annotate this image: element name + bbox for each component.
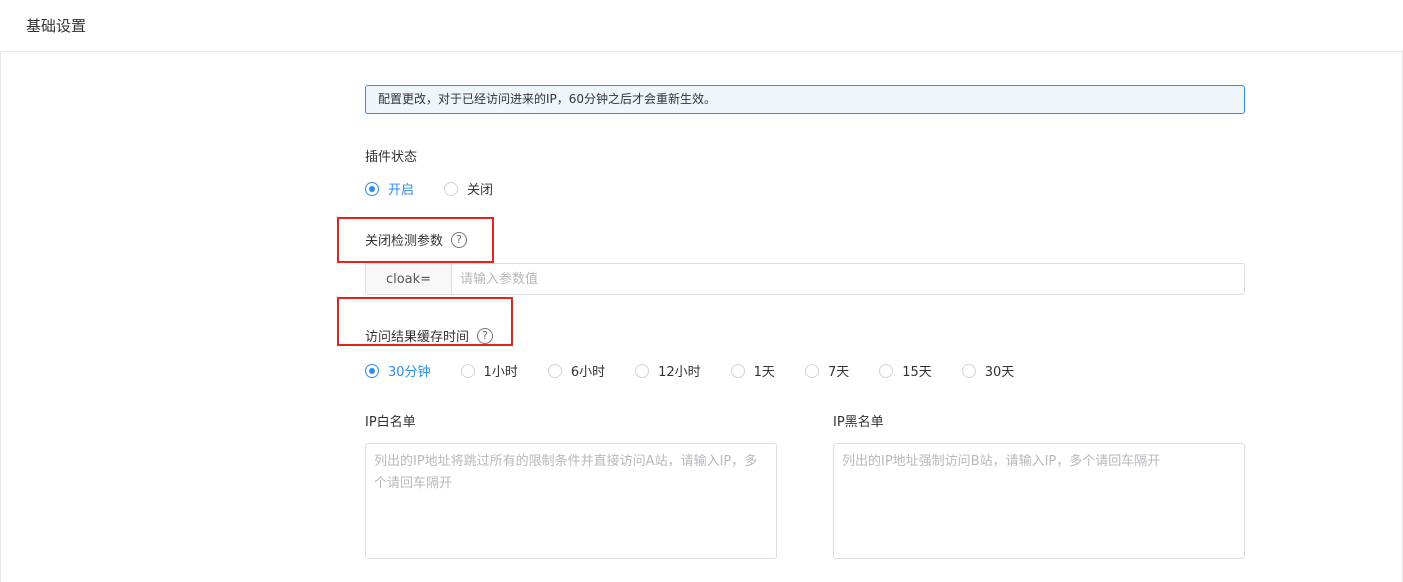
radio-circle-icon [879, 363, 894, 378]
blacklist-textarea[interactable] [833, 443, 1245, 559]
cache-time-label-text: 访问结果缓存时间 [365, 330, 470, 345]
radio-cache-15d[interactable]: 15天 [879, 361, 932, 380]
whitelist-label-text: IP白名单 [365, 415, 416, 430]
radio-label: 1小时 [483, 365, 518, 380]
close-param-input[interactable] [452, 264, 1244, 294]
panel-left-border [0, 52, 1, 582]
whitelist-textarea[interactable] [365, 443, 777, 559]
close-param-label-text: 关闭检测参数 [365, 234, 444, 249]
radio-label: 30分钟 [388, 365, 431, 380]
close-param-label: 关闭检测参数 ? [365, 230, 468, 249]
radio-circle-icon [365, 181, 379, 196]
radio-circle-icon [961, 363, 976, 378]
radio-label: 1天 [753, 365, 775, 380]
input-prefix: cloak= [366, 264, 452, 294]
radio-circle-icon [460, 363, 475, 378]
plugin-status-label-text: 插件状态 [365, 150, 418, 165]
radio-cache-1d[interactable]: 1天 [730, 361, 775, 380]
radio-cache-30min[interactable]: 30分钟 [365, 361, 431, 380]
radio-circle-icon [365, 363, 379, 378]
page-header: 基础设置 [0, 0, 1403, 52]
whitelist-label: IP白名单 [365, 411, 416, 430]
radio-cache-30d[interactable]: 30天 [961, 361, 1015, 380]
radio-label: 15天 [902, 365, 932, 380]
help-icon[interactable]: ? [451, 231, 468, 248]
radio-plugin-on[interactable]: 开启 [365, 179, 414, 198]
radio-label: 关闭 [467, 183, 494, 198]
blacklist-label-text: IP黑名单 [833, 415, 884, 430]
notice-alert: 配置更改，对于已经访问进来的IP，60分钟之后才会重新生效。 [365, 85, 1245, 114]
help-icon[interactable]: ? [477, 327, 494, 344]
radio-cache-1h[interactable]: 1小时 [460, 361, 518, 380]
radio-circle-icon [444, 181, 459, 196]
radio-circle-icon [804, 363, 819, 378]
radio-label: 12小时 [658, 365, 701, 380]
radio-label: 7天 [827, 365, 850, 380]
radio-circle-icon [635, 363, 650, 378]
blacklist-label: IP黑名单 [833, 411, 884, 430]
radio-cache-6h[interactable]: 6小时 [547, 361, 606, 380]
radio-label: 6小时 [570, 365, 606, 380]
radio-circle-icon [547, 363, 562, 378]
plugin-status-label: 插件状态 [365, 146, 417, 165]
cache-time-label: 访问结果缓存时间 ? [365, 326, 494, 345]
radio-label: 开启 [388, 183, 415, 198]
close-param-input-group: cloak= [365, 263, 1245, 295]
plugin-status-radio-group: 开启 关闭 [365, 179, 493, 198]
radio-plugin-off[interactable]: 关闭 [444, 179, 493, 198]
radio-circle-icon [730, 363, 745, 378]
radio-cache-7d[interactable]: 7天 [804, 361, 850, 380]
radio-cache-12h[interactable]: 12小时 [635, 361, 701, 380]
cache-time-radio-group: 30分钟 1小时 6小时 12小时 1天 7天 15天 30天 [365, 361, 1014, 380]
page-title: 基础设置 [26, 17, 87, 35]
radio-label: 30天 [984, 365, 1015, 380]
